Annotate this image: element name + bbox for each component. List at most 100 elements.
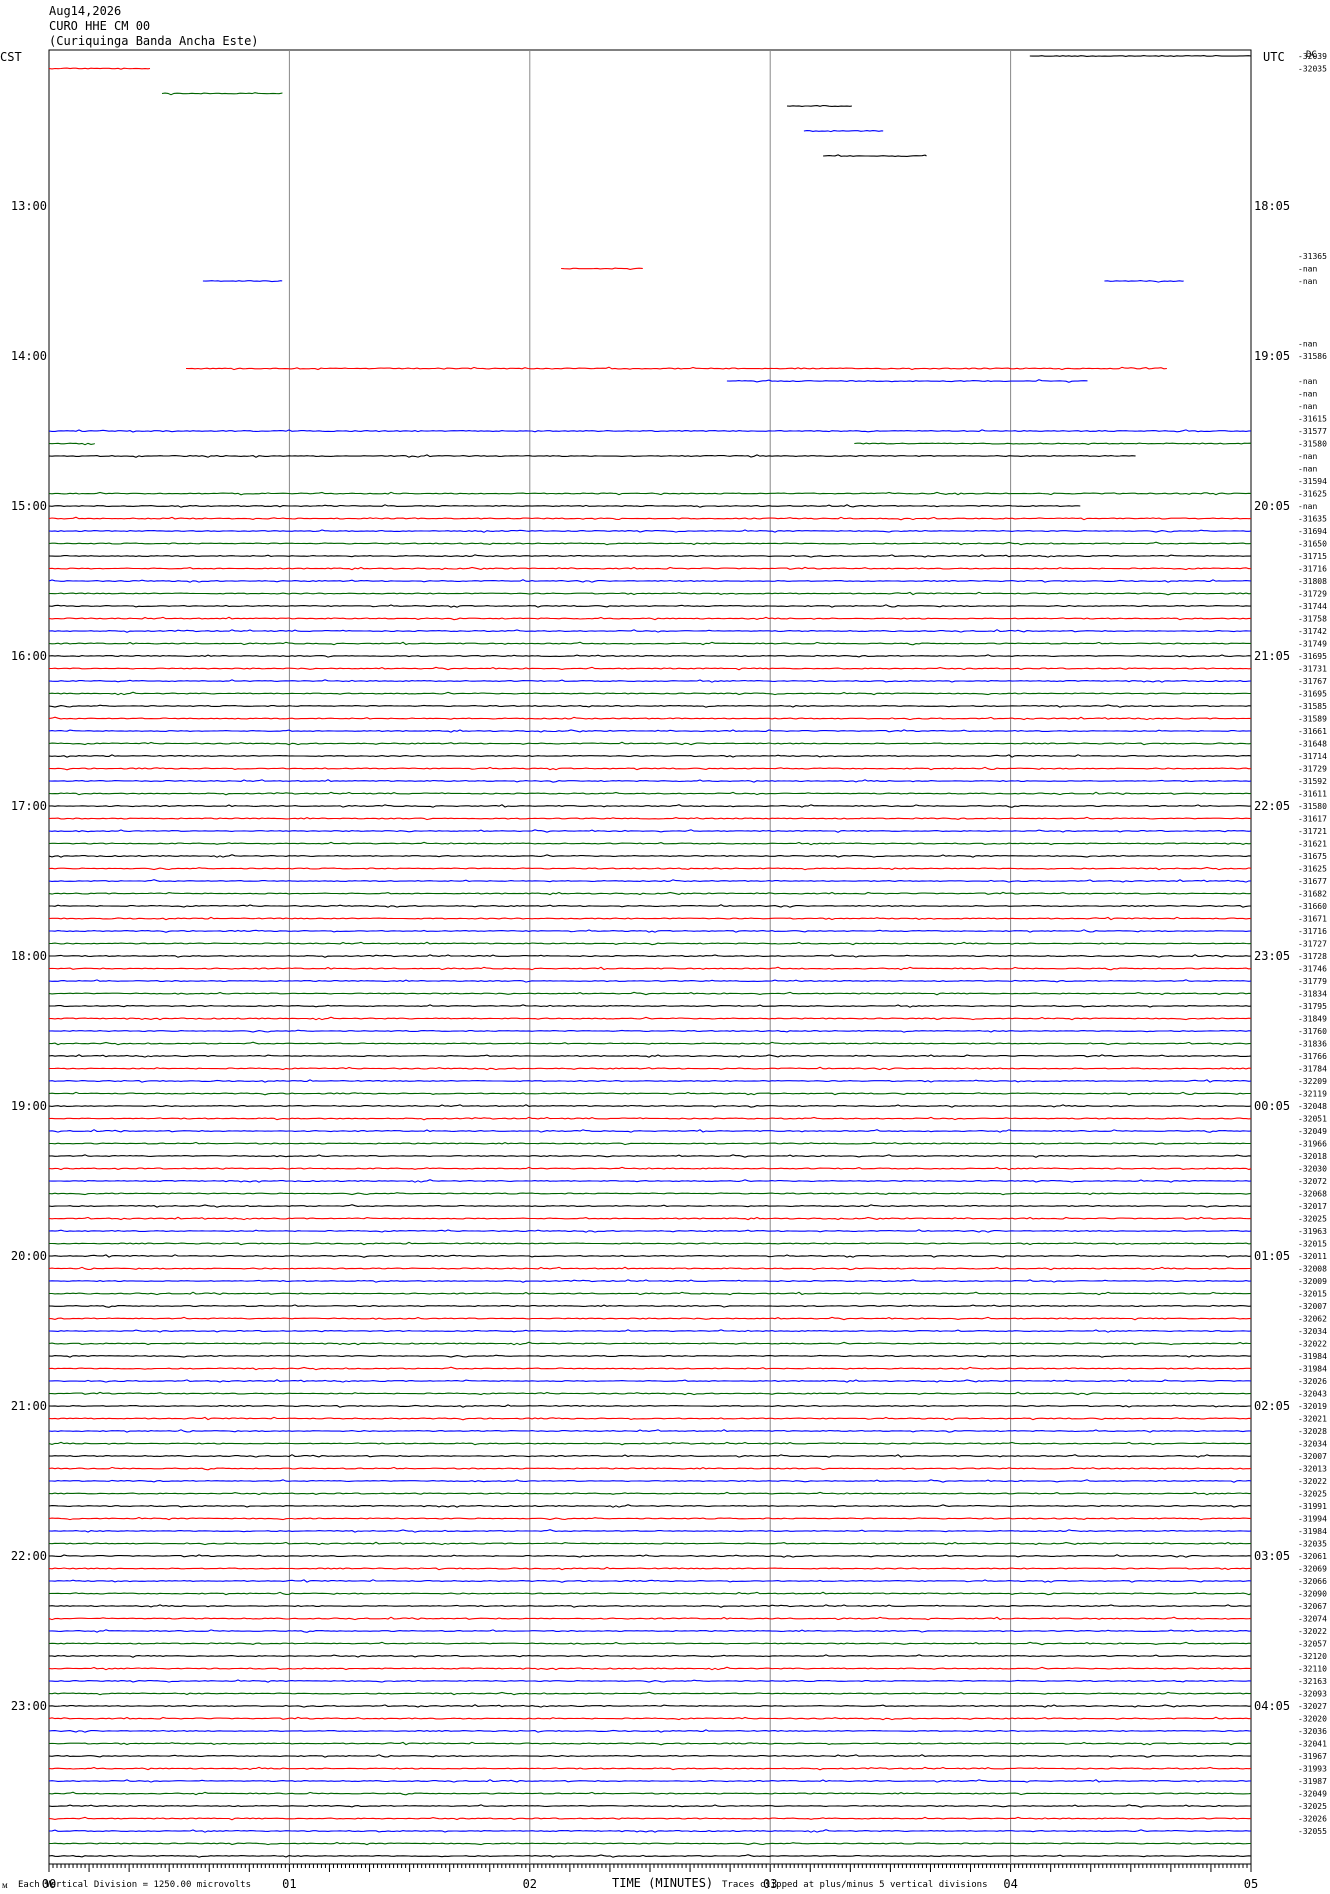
dc-offset-label: -31714 [1298,752,1327,761]
dc-offset-label: -31727 [1298,940,1327,949]
dc-offset-label: -31767 [1298,677,1327,686]
trace-row-115 [48,1491,1252,1496]
dc-offset-label: -32021 [1298,1415,1327,1424]
dc-offset-label: -32057 [1298,1640,1327,1649]
dc-offset-label: -nan [1298,465,1317,474]
dc-offset-label: -31744 [1298,602,1327,611]
dc-offset-label: -32067 [1298,1602,1327,1611]
trace-row-141 [48,1816,1252,1821]
trace-row-18 [1104,280,1184,283]
dc-offset-label: -32019 [1298,1402,1327,1411]
trace-row-37 [48,516,1252,521]
dc-offset-label: -31660 [1298,902,1327,911]
dc-offset-label: -31695 [1298,652,1327,661]
dc-offset-label: -31580 [1298,802,1327,811]
trace-row-36 [48,504,1081,508]
dc-offset-label: -31966 [1298,1140,1327,1149]
dc-offset-label: -nan [1298,390,1317,399]
trace-row-31 [854,442,1252,445]
trace-row-56 [48,754,1252,758]
dc-offset-label: -31577 [1298,427,1327,436]
dc-offset-label: -32066 [1298,1577,1327,1586]
trace-row-142 [48,1829,1252,1833]
dc-offset-label: -31585 [1298,702,1327,711]
trace-row-101 [48,1316,1252,1321]
dc-offset-label: -32110 [1298,1665,1327,1674]
dc-offset-label: -31592 [1298,777,1327,786]
trace-row-100 [48,1304,1252,1308]
dc-offset-label: -31589 [1298,715,1327,724]
trace-row-8 [823,154,927,157]
trace-row-137 [48,1766,1252,1771]
trace-row-44 [48,604,1252,608]
trace-row-0 [1029,54,1252,57]
trace-row-106 [48,1379,1252,1383]
trace-row-140 [48,1804,1251,1808]
x-axis-label: TIME (MINUTES) [612,1876,714,1890]
dc-offset-label: -32043 [1298,1390,1327,1399]
trace-row-78 [48,1029,1252,1033]
dc-offset-label: -31987 [1298,1777,1327,1786]
dc-offset-label: -32072 [1298,1177,1327,1186]
dc-offset-label: -32034 [1298,1327,1327,1336]
dc-offset-label: -32018 [1298,1152,1327,1161]
trace-row-86 [48,1129,1252,1133]
trace-row-90 [48,1179,1252,1183]
x-tick-label: 02 [523,1877,537,1891]
dc-offset-label: -32074 [1298,1615,1327,1624]
dc-offset-label: -31617 [1298,815,1327,824]
dc-offset-label: -31694 [1298,527,1327,536]
trace-row-144 [48,1854,1252,1858]
x-tick-label: 01 [282,1877,296,1891]
dc-offset-label: -31594 [1298,477,1327,486]
dc-offset-label: -31993 [1298,1765,1327,1774]
trace-row-125 [48,1616,1252,1621]
trace-row-69 [48,916,1252,921]
dc-offset-label: -31766 [1298,1052,1327,1061]
left-hour-label: 15:00 [11,499,47,513]
dc-offset-label: -32008 [1298,1265,1327,1274]
seismogram-plot: 00 01 02 03 04 0513:0014:0015:0016:0017:0018:… [11,49,1327,1891]
left-hour-label: 14:00 [11,349,47,363]
dc-offset-label: -31834 [1298,990,1327,999]
trace-row-40 [48,554,1252,558]
dc-offset-label: -32022 [1298,1340,1327,1349]
trace-row-127 [48,1641,1252,1646]
trace-row-30 [48,429,1252,433]
right-hour-label: 21:05 [1254,649,1290,663]
trace-row-129 [48,1666,1252,1671]
dc-offset-label: -31716 [1298,927,1327,936]
trace-row-53 [48,716,1252,721]
dc-offset-label: -31716 [1298,565,1327,574]
dc-offset-label: -nan [1298,377,1317,386]
dc-offset-label: -32119 [1298,1090,1327,1099]
dc-offset-label: -32022 [1298,1477,1327,1486]
trace-row-68 [49,904,1251,908]
dc-offset-label: -32055 [1298,1827,1327,1836]
dc-offset-label: -31675 [1298,852,1327,861]
trace-row-124 [48,1604,1252,1608]
left-hour-label: 18:00 [11,949,47,963]
trace-row-134 [48,1729,1252,1733]
trace-row-77 [48,1016,1252,1021]
trace-row-133 [48,1716,1252,1721]
trace-row-104 [48,1354,1252,1358]
trace-row-72 [49,954,1252,958]
dc-offset-label: -31715 [1298,552,1327,561]
trace-row-62 [48,829,1252,833]
trace-row-65 [48,866,1252,871]
trace-row-88 [48,1154,1252,1158]
dc-offset-label: -32049 [1298,1127,1327,1136]
dc-offset-label: -nan [1298,402,1317,411]
dc-offset-label: -31758 [1298,615,1327,624]
right-hour-label: 00:05 [1254,1099,1290,1113]
trace-row-59 [48,791,1252,796]
dc-offset-label: -32013 [1298,1465,1327,1474]
trace-row-48 [48,654,1252,658]
dc-offset-label: -31728 [1298,952,1327,961]
dc-offset-label: -31695 [1298,690,1327,699]
trace-row-38 [48,529,1252,533]
dc-offset-label: -32028 [1298,1427,1327,1436]
right-hour-label: 01:05 [1254,1249,1290,1263]
trace-row-111 [48,1441,1252,1446]
